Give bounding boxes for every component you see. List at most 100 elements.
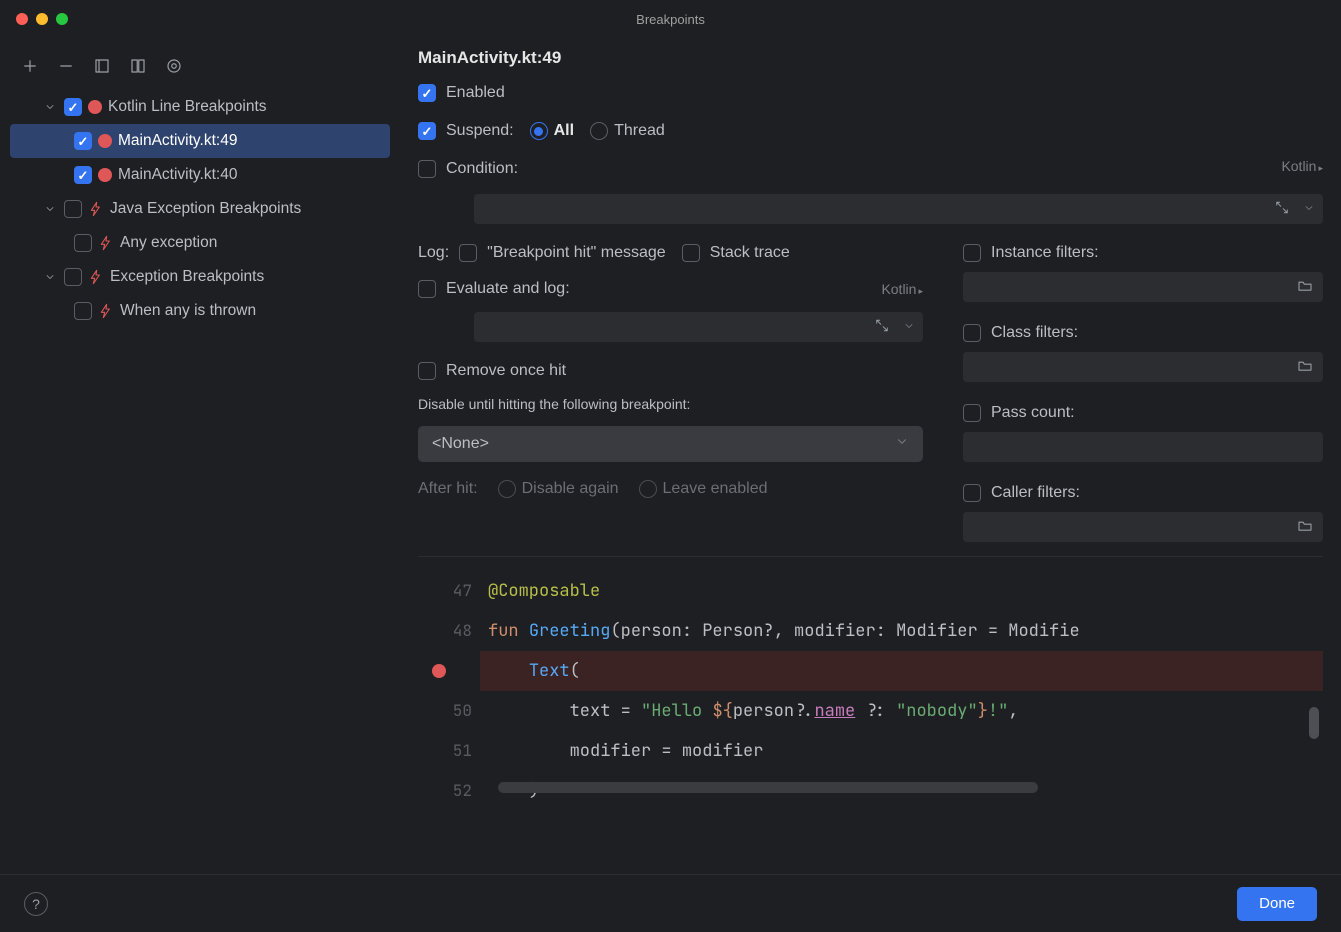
item-checkbox[interactable]: [74, 234, 92, 252]
suspend-checkbox[interactable]: [418, 122, 436, 140]
breakpoint-icon: [98, 168, 112, 182]
options-columns: Log: "Breakpoint hit" message Stack trac…: [418, 240, 1323, 542]
item-checkbox[interactable]: [74, 302, 92, 320]
class-filters-checkbox[interactable]: [963, 324, 981, 342]
suspend-all-radio[interactable]: All: [530, 122, 574, 140]
item-checkbox[interactable]: [74, 132, 92, 150]
pass-count-checkbox[interactable]: [963, 404, 981, 422]
after-hit-row: After hit: Disable again Leave enabled: [418, 480, 923, 498]
condition-row: Condition: Kotlin▸: [418, 156, 1323, 182]
suspend-thread-radio[interactable]: Thread: [590, 122, 665, 140]
tree-group-java-exception[interactable]: Java Exception Breakpoints: [10, 192, 390, 226]
breakpoint-tree: Kotlin Line Breakpoints MainActivity.kt:…: [10, 90, 390, 328]
remove-once-checkbox[interactable]: [418, 362, 436, 380]
group-by-file-icon[interactable]: [92, 56, 112, 76]
item-label: When any is thrown: [120, 302, 256, 320]
tree-item-mainactivity-40[interactable]: MainActivity.kt:40: [10, 158, 390, 192]
group-by-type-icon[interactable]: [128, 56, 148, 76]
evaluate-lang[interactable]: Kotlin▸: [881, 281, 923, 297]
item-label: MainActivity.kt:40: [118, 166, 237, 184]
done-button[interactable]: Done: [1237, 887, 1317, 921]
item-label: Any exception: [120, 234, 217, 252]
chevron-down-icon: [895, 435, 909, 454]
evaluate-input-wrap: [474, 312, 923, 342]
code-preview: 4748505152 @Composablefun Greeting(perso…: [418, 556, 1323, 799]
log-hit-checkbox[interactable]: [459, 244, 477, 262]
exception-icon: [98, 235, 114, 251]
condition-lang[interactable]: Kotlin▸: [1281, 158, 1323, 174]
group-checkbox[interactable]: [64, 268, 82, 286]
content: Kotlin Line Breakpoints MainActivity.kt:…: [0, 38, 1341, 874]
tree-toolbar: [10, 52, 390, 90]
vertical-scrollbar[interactable]: [1309, 707, 1319, 739]
chevron-down-icon[interactable]: [903, 319, 915, 335]
add-breakpoint-button[interactable]: [20, 56, 40, 76]
tree-group-exception[interactable]: Exception Breakpoints: [10, 260, 390, 294]
code-area: @Composablefun Greeting(person: Person?,…: [480, 557, 1323, 799]
suspend-label: Suspend:: [446, 122, 514, 140]
disable-until-value: <None>: [432, 435, 489, 453]
class-filters-input[interactable]: [963, 352, 1323, 382]
breakpoint-detail-panel: MainActivity.kt:49 Enabled Suspend: All …: [400, 38, 1341, 874]
expand-icon[interactable]: [1275, 201, 1289, 218]
log-hit-label: "Breakpoint hit" message: [487, 244, 666, 262]
instance-filters-input[interactable]: [963, 272, 1323, 302]
traffic-lights: [16, 13, 68, 25]
horizontal-scrollbar[interactable]: [498, 782, 1038, 793]
filters-column: Instance filters: Class filters: Pass co…: [963, 240, 1323, 542]
folder-icon[interactable]: [1297, 518, 1313, 537]
remove-once-label: Remove once hit: [446, 362, 566, 380]
group-checkbox[interactable]: [64, 98, 82, 116]
caller-filters-checkbox[interactable]: [963, 484, 981, 502]
pass-count-input[interactable]: [963, 432, 1323, 462]
caller-filters-input[interactable]: [963, 512, 1323, 542]
tree-item-when-any-thrown[interactable]: When any is thrown: [10, 294, 390, 328]
evaluate-checkbox[interactable]: [418, 280, 436, 298]
condition-input[interactable]: [474, 194, 1323, 224]
item-checkbox[interactable]: [74, 166, 92, 184]
chevron-down-icon: [44, 202, 58, 216]
expand-icon[interactable]: [875, 319, 889, 336]
code-gutter: 4748505152: [418, 557, 480, 799]
instance-filters-label: Instance filters:: [991, 244, 1099, 262]
view-options-icon[interactable]: [164, 56, 184, 76]
group-label: Java Exception Breakpoints: [110, 200, 301, 218]
disable-until-select[interactable]: <None>: [418, 426, 923, 462]
options-left: Log: "Breakpoint hit" message Stack trac…: [418, 240, 923, 542]
tree-item-mainactivity-49[interactable]: MainActivity.kt:49: [10, 124, 390, 158]
group-label: Kotlin Line Breakpoints: [108, 98, 267, 116]
close-window-button[interactable]: [16, 13, 28, 25]
pass-count-label: Pass count:: [991, 404, 1075, 422]
tree-item-any-exception[interactable]: Any exception: [10, 226, 390, 260]
log-label: Log:: [418, 244, 449, 262]
enabled-checkbox[interactable]: [418, 84, 436, 102]
exception-icon: [98, 303, 114, 319]
caller-filters-label: Caller filters:: [991, 484, 1080, 502]
folder-icon[interactable]: [1297, 358, 1313, 377]
group-checkbox[interactable]: [64, 200, 82, 218]
after-hit-disable-radio: Disable again: [498, 480, 619, 498]
zoom-window-button[interactable]: [56, 13, 68, 25]
minimize-window-button[interactable]: [36, 13, 48, 25]
evaluate-input[interactable]: [474, 312, 923, 342]
disable-until-label: Disable until hitting the following brea…: [418, 396, 923, 412]
instance-filters-checkbox[interactable]: [963, 244, 981, 262]
evaluate-label: Evaluate and log:: [446, 280, 570, 298]
condition-checkbox[interactable]: [418, 160, 436, 178]
condition-label: Condition:: [446, 160, 518, 178]
after-hit-leave-radio: Leave enabled: [639, 480, 768, 498]
enabled-label: Enabled: [446, 84, 505, 102]
log-stack-checkbox[interactable]: [682, 244, 700, 262]
group-label: Exception Breakpoints: [110, 268, 264, 286]
folder-icon[interactable]: [1297, 278, 1313, 297]
chevron-down-icon: [44, 270, 58, 284]
breakpoint-icon: [88, 100, 102, 114]
after-hit-label: After hit:: [418, 480, 478, 498]
titlebar: Breakpoints: [0, 0, 1341, 38]
chevron-down-icon[interactable]: [1303, 201, 1315, 217]
help-button[interactable]: ?: [24, 892, 48, 916]
tree-group-kotlin-line[interactable]: Kotlin Line Breakpoints: [10, 90, 390, 124]
log-stack-label: Stack trace: [710, 244, 790, 262]
remove-breakpoint-button[interactable]: [56, 56, 76, 76]
exception-icon: [88, 269, 104, 285]
